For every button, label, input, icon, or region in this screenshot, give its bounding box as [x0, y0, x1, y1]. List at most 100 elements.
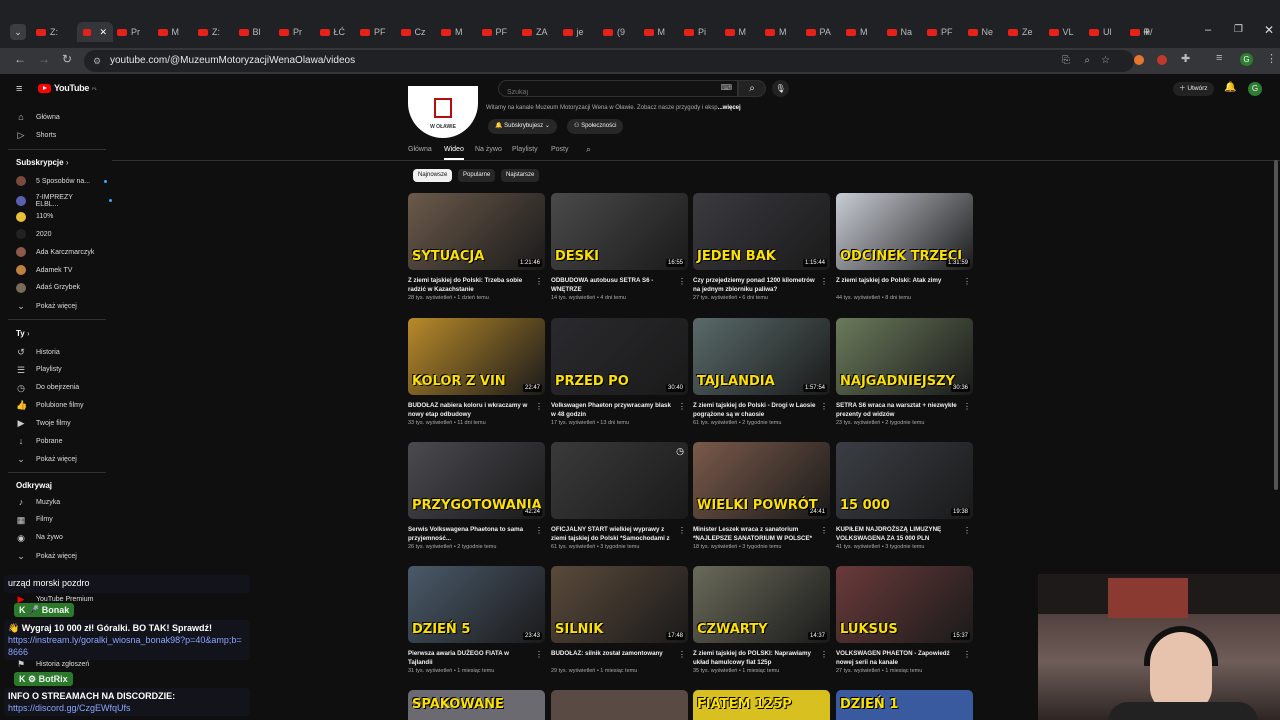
video-menu-icon[interactable]: ⋮: [820, 650, 828, 659]
video-card[interactable]: CZWARTY 14:37 Z ziemi tajskiej do POLSKI: …: [693, 566, 830, 674]
sort-chip[interactable]: Najnowsze: [413, 169, 453, 182]
browser-tab[interactable]: PF: [927, 22, 964, 42]
sidebar-item[interactable]: ◷ Do obejrzenia: [16, 383, 79, 393]
browser-tab[interactable]: M: [441, 22, 478, 42]
video-card[interactable]: LUKSUS 15:37 VOLKSWAGEN PHAETON - Zapowied…: [836, 566, 973, 674]
reload-icon[interactable]: ↻: [62, 52, 72, 66]
channel-tab[interactable]: Główna: [408, 146, 432, 153]
subscribed-button[interactable]: 🔔 Subskrybujesz ⌄: [488, 119, 557, 134]
video-thumbnail[interactable]: DZIEŃ 5 23:43: [408, 566, 545, 643]
browser-tab[interactable]: Pi: [684, 22, 721, 42]
video-thumbnail[interactable]: SILNIK 17:48: [551, 566, 688, 643]
video-card[interactable]: SILNIK 17:48 BUDOŁAZ: silnik został zamont…: [551, 566, 688, 674]
browser-tab[interactable]: M: [157, 22, 195, 42]
extension-icon-orange[interactable]: [1134, 55, 1144, 65]
video-card[interactable]: SYTUACJA 1:21:46 Z ziemi tajskiej do Polsk…: [408, 193, 545, 301]
video-menu-icon[interactable]: ⋮: [535, 402, 543, 411]
sidebar-item[interactable]: ♪ Muzyka: [16, 497, 60, 507]
video-card[interactable]: PRZYGOTOWANIA 42:24 Serwis Volkswagena Pha…: [408, 442, 545, 550]
video-menu-icon[interactable]: ⋮: [963, 277, 971, 286]
channel-tab[interactable]: Na żywo: [475, 146, 502, 153]
video-menu-icon[interactable]: ⋮: [535, 526, 543, 535]
video-card[interactable]: JEDEN BAK 1:15:44 Czy przejedziemy ponad 1…: [693, 193, 830, 301]
keyboard-icon[interactable]: ⌨: [720, 83, 732, 92]
back-icon[interactable]: ←: [14, 52, 26, 66]
video-title[interactable]: SETRA S6 wraca na warsztat + niezwykłe p…: [836, 401, 962, 419]
browser-tab[interactable]: PF: [360, 22, 397, 42]
browser-tab[interactable]: Bl: [238, 22, 276, 42]
browser-tab[interactable]: Ne: [967, 22, 1005, 42]
watch-later-icon[interactable]: ◷: [676, 446, 684, 457]
browser-tab[interactable]: M: [765, 22, 802, 42]
video-thumbnail[interactable]: WIELKI POWRÓT 24:41: [693, 442, 830, 519]
channel-tab[interactable]: Wideo: [444, 146, 464, 153]
video-thumbnail[interactable]: [551, 690, 688, 720]
bookmark-star-icon[interactable]: ☆: [1101, 50, 1110, 72]
community-button[interactable]: ⚇ Społeczności: [567, 119, 624, 134]
sidebar-item[interactable]: Ada Karczmarczyk: [16, 247, 94, 258]
video-card[interactable]: TAJLANDIA 1:57:54 Z ziemi tajskiej do Pols…: [693, 318, 830, 426]
video-card[interactable]: PRZED PO 30:40 Volkswagen Phaeton przywrac…: [551, 318, 688, 426]
youtube-logo[interactable]: YouTube PL: [38, 83, 97, 93]
sidebar-item[interactable]: ⌂ Główna: [16, 112, 59, 122]
video-title[interactable]: OFICJALNY START wielkiej wyprawy z ziemi…: [551, 525, 677, 543]
show-more-subscriptions[interactable]: ⌄ Pokaż więcej: [16, 301, 77, 311]
video-thumbnail[interactable]: DESKI 16:55: [551, 193, 688, 270]
video-card[interactable]: ◷ OFICJALNY START wielkiej wyprawy z ziem…: [551, 442, 688, 550]
browser-tab[interactable]: Pr: [279, 22, 316, 42]
sidebar-item[interactable]: Adaś Grzybek: [16, 282, 80, 293]
channel-avatar[interactable]: W OŁAWIE: [408, 86, 478, 138]
channel-tab[interactable]: Posty: [551, 146, 569, 153]
tab-close-icon[interactable]: ✕: [99, 27, 107, 38]
browser-tab[interactable]: Z:: [36, 22, 73, 42]
close-window-button[interactable]: ✕: [1264, 23, 1274, 37]
show-more-you[interactable]: ⌄ Pokaż więcej: [16, 454, 77, 464]
video-title[interactable]: KUPIŁEM NAJDROŻSZĄ LIMUZYNĘ VOLKSWAGENA …: [836, 525, 962, 543]
browser-menu-icon[interactable]: ⋮: [1266, 52, 1277, 65]
browser-tab[interactable]: Z:: [198, 22, 235, 42]
video-thumbnail[interactable]: TAJLANDIA 1:57:54: [693, 318, 830, 395]
browser-tab[interactable]: je: [562, 22, 600, 42]
hamburger-menu-icon[interactable]: ≡: [16, 83, 22, 95]
video-title[interactable]: VOLKSWAGEN PHAETON - Zapowiedź nowej ser…: [836, 649, 962, 667]
video-menu-icon[interactable]: ⋮: [963, 402, 971, 411]
create-button[interactable]: ＋ Utwórz: [1173, 82, 1214, 96]
video-menu-icon[interactable]: ⋮: [678, 650, 686, 659]
browser-tab[interactable]: M: [643, 22, 681, 42]
sidebar-item[interactable]: 2020: [16, 229, 52, 240]
new-tab-button[interactable]: +: [1143, 24, 1151, 39]
video-menu-icon[interactable]: ⋮: [963, 526, 971, 535]
sidebar-item[interactable]: 110%: [16, 211, 53, 222]
video-card[interactable]: ODCINEK TRZECI 1:31:59 Z ziemi tajskiej do…: [836, 193, 973, 301]
video-thumbnail[interactable]: PRZYGOTOWANIA 42:24: [408, 442, 545, 519]
video-card[interactable]: DESKI 16:55 ODBUDOWA autobusu SETRA S6 - W…: [551, 193, 688, 301]
subscriptions-heading[interactable]: Subskrypcje ›: [16, 158, 68, 167]
voice-search-icon[interactable]: 🎙: [772, 80, 789, 97]
video-thumbnail[interactable]: FIATEM 125P: [693, 690, 830, 720]
sidebar-item[interactable]: ↺ Historia: [16, 347, 60, 357]
sidebar-item[interactable]: 7-IMPREZY ELBL...: [16, 194, 112, 208]
browser-tab[interactable]: Pr: [117, 22, 154, 42]
video-title[interactable]: Z ziemi tajskiej do Polski: Atak zimy: [836, 276, 962, 294]
video-menu-icon[interactable]: ⋮: [963, 650, 971, 659]
sidebar-item[interactable]: ☰ Playlisty: [16, 365, 62, 375]
site-info-icon[interactable]: ⚙: [93, 50, 101, 72]
video-title[interactable]: BUDOŁAZ: silnik został zamontowany: [551, 649, 677, 667]
sidebar-item[interactable]: ▶ Twoje filmy: [16, 418, 71, 428]
sidebar-item[interactable]: ▷ Shorts: [16, 130, 57, 140]
video-thumbnail[interactable]: ◷: [551, 442, 688, 519]
sidebar-item[interactable]: ◉ Na żywo: [16, 533, 63, 543]
video-thumbnail[interactable]: CZWARTY 14:37: [693, 566, 830, 643]
sidebar-item-report-history[interactable]: ⚑ Historia zgłoszeń: [16, 659, 89, 669]
browser-tab[interactable]: ŁĆ: [319, 22, 357, 42]
video-title[interactable]: Z ziemi tajskiej do Polski: Trzeba sobie…: [408, 276, 534, 294]
profile-avatar[interactable]: G: [1240, 53, 1253, 66]
video-title[interactable]: Z ziemi tajskiej do POLSKI: Naprawiamy u…: [693, 649, 819, 667]
video-thumbnail[interactable]: SYTUACJA 1:21:46: [408, 193, 545, 270]
extension-icon-red[interactable]: [1157, 55, 1167, 65]
video-menu-icon[interactable]: ⋮: [820, 526, 828, 535]
video-thumbnail[interactable]: LUKSUS 15:37: [836, 566, 973, 643]
browser-tab[interactable]: ✕: [76, 22, 113, 42]
sidebar-item[interactable]: 5 Sposobów na...: [16, 176, 108, 186]
video-thumbnail[interactable]: KOLOR Z VIN 22:47: [408, 318, 545, 395]
